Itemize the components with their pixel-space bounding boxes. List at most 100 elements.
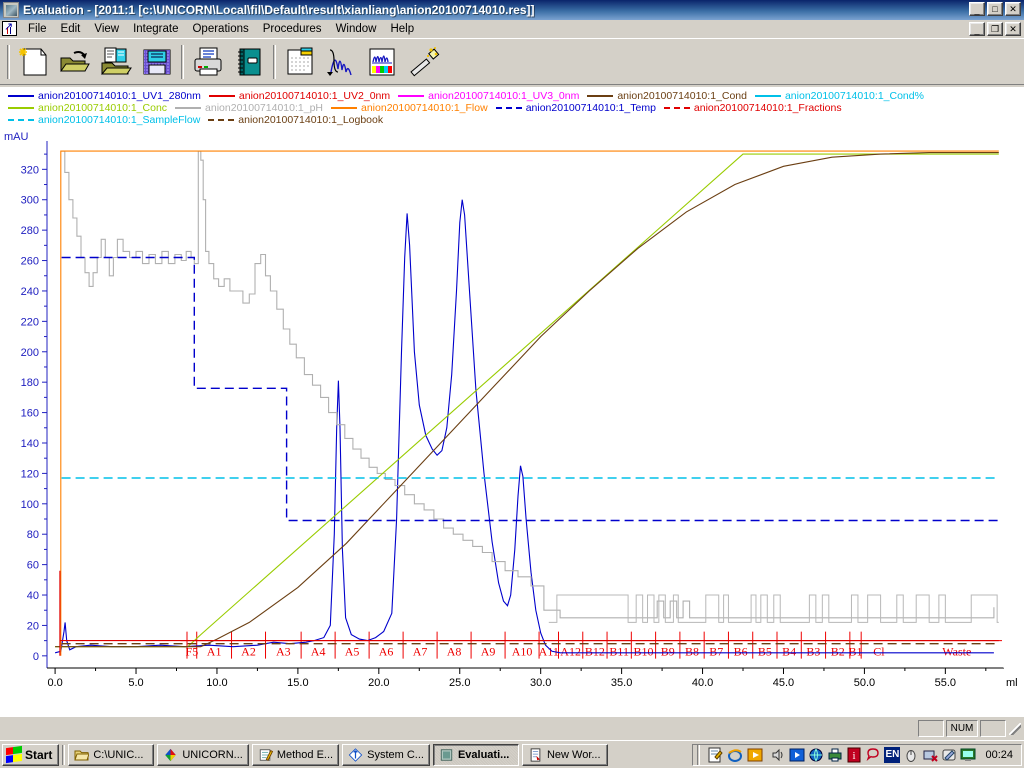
task-item-explorer[interactable]: C:\UNIC... bbox=[68, 743, 155, 766]
safely-remove-icon[interactable] bbox=[922, 747, 939, 763]
legend-item-conc[interactable]: anion20100714010:1_Conc bbox=[8, 102, 167, 114]
main-toolbar bbox=[0, 38, 1024, 84]
fraction-label: B2 bbox=[831, 645, 845, 659]
menu-edit[interactable]: Edit bbox=[54, 21, 88, 37]
fraction-label: B1 bbox=[849, 645, 863, 659]
close-button[interactable]: ✕ bbox=[1005, 2, 1021, 16]
info-icon[interactable]: i bbox=[846, 747, 862, 763]
x-tick-label: 35.0 bbox=[611, 677, 632, 689]
task-item-new-worksheet[interactable]: New Wor... bbox=[521, 743, 608, 766]
task-label-unicorn: UNICORN... bbox=[182, 748, 243, 761]
open-result-button[interactable] bbox=[96, 42, 136, 82]
optimize-button[interactable] bbox=[403, 42, 443, 82]
printer-icon[interactable] bbox=[827, 747, 843, 763]
new-button[interactable] bbox=[14, 42, 54, 82]
task-item-method-editor[interactable]: Method E... bbox=[251, 743, 340, 766]
mdi-restore-button[interactable]: ❐ bbox=[987, 22, 1003, 36]
fraction-label: A10 bbox=[512, 645, 533, 659]
minimize-button[interactable]: _ bbox=[969, 2, 985, 16]
mdi-minimize-button[interactable]: _ bbox=[969, 22, 985, 36]
balloon-icon[interactable] bbox=[865, 747, 881, 763]
menu-integrate[interactable]: Integrate bbox=[126, 21, 185, 37]
task-item-system-control[interactable]: System C... bbox=[342, 743, 430, 766]
legend-swatch-uv1 bbox=[8, 95, 34, 97]
series-flow[interactable] bbox=[60, 150, 999, 656]
internet-explorer-icon[interactable] bbox=[727, 747, 743, 763]
evaluation-icon bbox=[440, 748, 453, 761]
task-label-evaluation: Evaluati... bbox=[457, 748, 510, 761]
taskbar-separator bbox=[62, 744, 66, 765]
menu-bar: File Edit View Integrate Operations Proc… bbox=[0, 20, 1024, 38]
pen-icon[interactable] bbox=[941, 747, 957, 763]
open-button[interactable] bbox=[55, 42, 95, 82]
logbook-button[interactable] bbox=[229, 42, 269, 82]
language-indicator[interactable]: EN bbox=[884, 746, 901, 763]
menu-procedures[interactable]: Procedures bbox=[256, 21, 329, 37]
series-ph[interactable] bbox=[60, 150, 995, 619]
mdi-restore-icon: ❐ bbox=[990, 24, 1000, 34]
legend-item-fractions[interactable]: anion20100714010:1_Fractions bbox=[663, 102, 842, 114]
chromatogram-plot[interactable]: mAU 0 20 40 60 80 100 120 140 160 180 200 220 240 260 2… bbox=[0, 128, 1024, 715]
menu-file[interactable]: File bbox=[21, 21, 54, 37]
task-label-new-worksheet: New Wor... bbox=[546, 748, 601, 761]
taskbar-clock[interactable]: 00:24 bbox=[979, 749, 1017, 761]
fraction-label: B11 bbox=[609, 645, 629, 659]
series-temp[interactable] bbox=[61, 256, 999, 522]
legend-item-logbook[interactable]: anion20100714010:1_Logbook bbox=[208, 114, 383, 126]
legend-item-temp[interactable]: anion20100714010:1_Temp bbox=[495, 102, 656, 114]
fraction-label: Waste bbox=[942, 645, 971, 659]
menu-view[interactable]: View bbox=[87, 21, 126, 37]
maximize-button[interactable]: □ bbox=[987, 2, 1003, 16]
legend-item-flow[interactable]: anion20100714010:1_Flow bbox=[331, 102, 488, 114]
legend-row-2: anion20100714010:1_Conc anion20100714010… bbox=[8, 102, 1020, 114]
legend-label-logbook: anion20100714010:1_Logbook bbox=[238, 114, 384, 126]
fraction-label: A4 bbox=[311, 645, 326, 659]
series-uv1_280nm[interactable] bbox=[54, 199, 994, 654]
legend-item-sampleflow[interactable]: anion20100714010:1_SampleFlow bbox=[8, 114, 200, 126]
fraction-label: A2 bbox=[241, 645, 256, 659]
mdi-close-button[interactable]: ✕ bbox=[1005, 22, 1021, 36]
legend-item-condpct[interactable]: anion20100714010:1_Cond% bbox=[754, 90, 924, 102]
x-tick-label: 10.0 bbox=[206, 677, 227, 689]
menu-help[interactable]: Help bbox=[383, 21, 421, 37]
volume-icon[interactable] bbox=[770, 747, 786, 763]
report-button[interactable] bbox=[280, 42, 320, 82]
legend-item-uv3[interactable]: anion20100714010:1_UV3_0nm bbox=[398, 90, 579, 102]
legend-swatch-ph bbox=[175, 107, 202, 109]
series-cond[interactable] bbox=[55, 152, 999, 648]
window-title: Evaluation - [2011:1 [c:\UNICORN\Local\f… bbox=[23, 3, 535, 17]
legend-item-ph[interactable]: anion20100714010:1_pH bbox=[175, 102, 323, 114]
y-tick-label: 80 bbox=[27, 529, 39, 541]
media-icon[interactable] bbox=[789, 747, 805, 763]
media-player-icon[interactable] bbox=[747, 747, 763, 763]
start-button[interactable]: Start bbox=[2, 743, 60, 766]
task-item-unicorn[interactable]: UNICORN... bbox=[157, 743, 249, 766]
legend-item-uv2[interactable]: anion20100714010:1_UV2_0nm bbox=[208, 90, 390, 102]
task-label-method-editor: Method E... bbox=[276, 748, 334, 761]
mouse-icon[interactable] bbox=[903, 747, 919, 763]
y-axis-label: mAU bbox=[4, 131, 29, 143]
network-globe-icon[interactable] bbox=[808, 747, 824, 763]
legend-item-cond[interactable]: anion20100714010:1_Cond bbox=[587, 90, 747, 102]
task-item-evaluation[interactable]: Evaluati... bbox=[432, 743, 519, 766]
legend-item-uv1[interactable]: anion20100714010:1_UV1_280nm bbox=[8, 90, 201, 102]
fraction-label: B3 bbox=[806, 645, 820, 659]
legend-row-1: anion20100714010:1_UV1_280nm anion201007… bbox=[8, 90, 1020, 102]
fraction-label: B5 bbox=[758, 645, 772, 659]
notepad-icon[interactable] bbox=[707, 747, 724, 763]
peak-integrate-button[interactable] bbox=[321, 42, 361, 82]
menu-operations[interactable]: Operations bbox=[185, 21, 255, 37]
menu-window[interactable]: Window bbox=[329, 21, 384, 37]
resize-grip[interactable] bbox=[1008, 722, 1022, 736]
print-button[interactable] bbox=[188, 42, 228, 82]
document-icon[interactable] bbox=[2, 20, 17, 36]
x-tick-label: 25.0 bbox=[449, 677, 470, 689]
display-icon[interactable] bbox=[960, 747, 976, 763]
y-tick-label: 180 bbox=[21, 377, 39, 389]
chromatogram-layout-button[interactable] bbox=[362, 42, 402, 82]
save-button[interactable] bbox=[137, 42, 177, 82]
chromatogram-svg[interactable]: mAU 0 20 40 60 80 100 120 140 160 180 200 220 240 260 2… bbox=[0, 128, 1024, 715]
legend-swatch-cond bbox=[587, 95, 614, 97]
series-conc[interactable] bbox=[55, 153, 999, 648]
folder-icon bbox=[74, 750, 90, 760]
